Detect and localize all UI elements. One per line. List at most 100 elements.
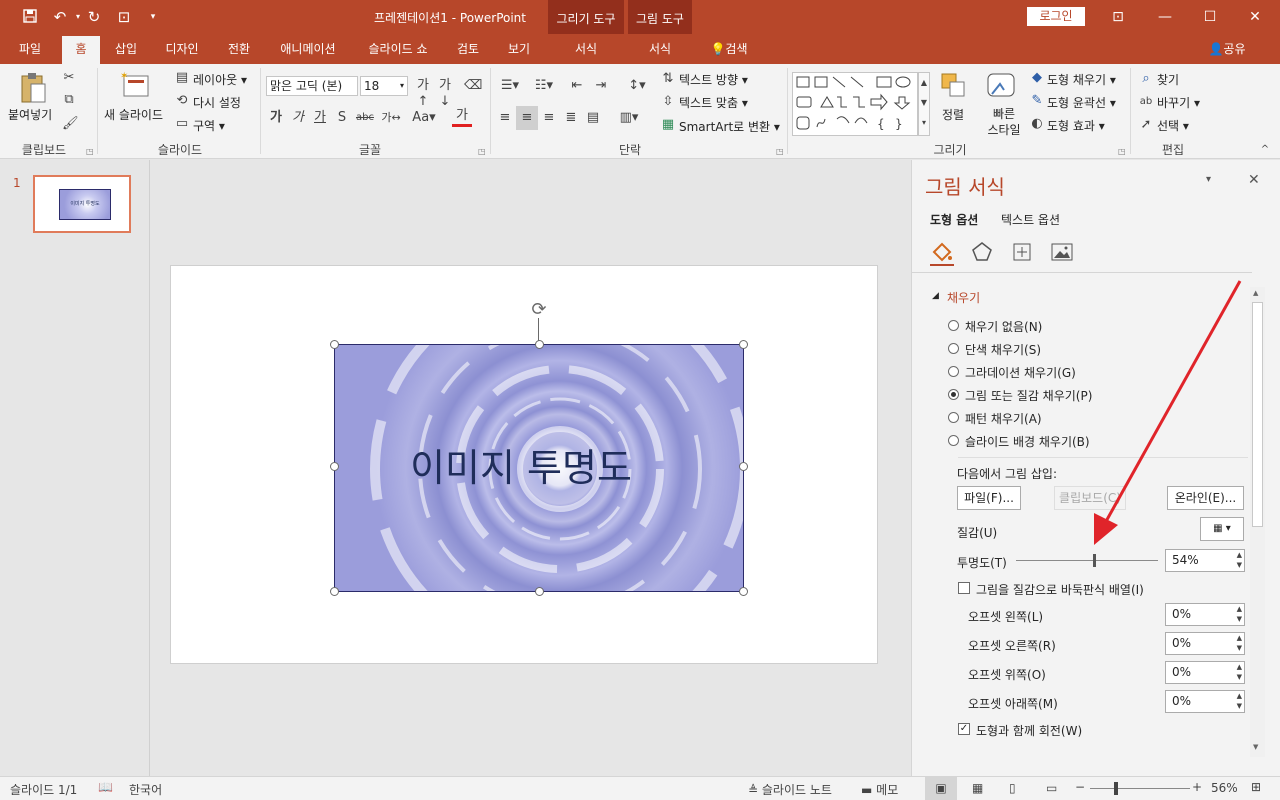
notes-button[interactable]: ≜ 슬라이드 노트 [748,781,832,798]
scroll-down-icon[interactable]: ▼ [1253,743,1258,751]
rotate-handle-icon[interactable]: ⟳ [529,300,549,320]
close-window-icon[interactable]: ✕ [1240,6,1270,28]
collapse-triangle-icon[interactable]: ◢ [932,291,939,301]
offset-right-spinbox[interactable]: 0% ▲ ▼ [1165,632,1245,655]
layout-icon[interactable]: ▤ [174,70,190,86]
strikethrough-icon[interactable]: abc [356,110,374,126]
replace-button[interactable]: 바꾸기 ▾ [1157,94,1200,111]
radio-picture-fill[interactable] [948,389,959,400]
shape-fill-button[interactable]: 도형 채우기 ▾ [1047,71,1116,88]
tab-shape-options[interactable]: 도형 옵션 [930,211,978,228]
tab-design[interactable]: 디자인 [156,41,208,63]
select-button[interactable]: 선택 ▾ [1157,117,1189,134]
tab-text-options[interactable]: 텍스트 옵션 [1001,211,1060,228]
close-pane-icon[interactable]: ✕ [1248,172,1260,188]
align-right-icon[interactable]: ≡ [540,110,558,126]
normal-view-icon[interactable]: ▣ [925,777,957,800]
tab-home[interactable]: 홈 [62,36,100,64]
radio-solid-fill[interactable] [948,343,959,354]
copy-icon[interactable]: ⧉ [62,92,76,108]
char-spacing-icon[interactable]: 가↔ [378,110,404,126]
reading-view-icon[interactable]: ▯ [1009,781,1016,795]
tab-review[interactable]: 검토 [448,41,488,63]
tab-file[interactable]: 파일 [8,41,52,63]
share-button[interactable]: 👤공유 [1194,41,1260,63]
zoom-level[interactable]: 56% [1211,781,1238,795]
section-icon[interactable]: ▭ [174,116,190,132]
pane-options-icon[interactable]: ▾ [1206,174,1211,185]
comments-button[interactable]: ▬ 메모 [861,781,898,798]
align-center-icon[interactable]: ≡ [516,106,538,130]
resize-handle-nw[interactable] [330,340,339,349]
new-slide-icon[interactable]: ✶ [120,70,152,102]
spin-arrows-icon[interactable]: ▲ ▼ [1237,633,1242,653]
shape-outline-button[interactable]: 도형 윤곽선 ▾ [1047,94,1116,111]
resize-handle-e[interactable] [739,462,748,471]
shape-effects-button[interactable]: 도형 효과 ▾ [1047,117,1105,134]
slideshow-icon[interactable]: ▭ [1046,781,1057,795]
cut-icon[interactable]: ✂ [62,70,76,86]
increase-indent-icon[interactable]: ⇥ [592,78,610,94]
tab-slideshow[interactable]: 슬라이드 쇼 [356,41,440,63]
italic-icon[interactable]: 가 [290,110,306,126]
align-left-icon[interactable]: ≡ [496,110,514,126]
zoom-slider-thumb[interactable] [1114,782,1118,795]
offset-left-spinbox[interactable]: 0% ▲ ▼ [1165,603,1245,626]
find-button[interactable]: 찾기 [1157,71,1179,88]
drawing-launcher-icon[interactable]: ◳ [1118,147,1126,156]
tab-animations[interactable]: 애니메이션 [270,41,346,63]
resize-handle-sw[interactable] [330,587,339,596]
distributed-icon[interactable]: ▤ [584,110,602,126]
paste-icon[interactable] [18,70,48,104]
size-properties-icon[interactable] [1010,240,1034,264]
spin-arrows-icon[interactable]: ▲ ▼ [1237,604,1242,624]
new-slide-button[interactable]: 새 슬라이드 [104,106,163,123]
zoom-in-icon[interactable]: + [1192,780,1202,794]
rotate-checkbox[interactable]: ✓ [958,723,970,735]
spin-arrows-icon[interactable]: ▲ ▼ [1237,662,1242,682]
text-direction-button[interactable]: 텍스트 방향 ▾ [679,71,748,88]
maximize-icon[interactable]: ☐ [1195,6,1225,28]
fill-line-icon[interactable] [930,240,954,264]
align-text-icon[interactable]: ⇳ [660,94,676,110]
radio-no-fill[interactable] [948,320,959,331]
zoom-out-icon[interactable]: − [1075,780,1085,794]
shadow-icon[interactable]: S [334,110,350,126]
paragraph-launcher-icon[interactable]: ◳ [776,147,784,156]
tab-insert[interactable]: 삽입 [104,41,148,63]
shape-fill-icon[interactable]: ◆ [1028,70,1046,86]
resize-handle-se[interactable] [739,587,748,596]
shrink-font-icon[interactable]: 가↓ [436,78,454,110]
slide-title[interactable]: 이미지 투명도 [334,437,708,492]
section-button[interactable]: 구역 ▾ [193,117,225,134]
effects-icon[interactable] [970,240,994,264]
picture-icon[interactable] [1050,240,1074,264]
numbering-icon[interactable]: ☷▾ [530,78,558,94]
pane-scrollbar[interactable]: ▲ ▼ [1250,287,1265,757]
scrollbar-thumb[interactable] [1252,302,1263,527]
reset-icon[interactable]: ⟲ [174,93,190,109]
transparency-slider-thumb[interactable] [1093,554,1096,567]
fit-to-window-icon[interactable]: ⊞ [1251,780,1261,794]
change-case-icon[interactable]: Aa▾ [410,110,438,126]
font-size-combo[interactable]: 18 ▾ [360,76,408,96]
shape-effects-icon[interactable]: ◐ [1028,116,1046,132]
radio-background-fill[interactable] [948,435,959,446]
align-text-button[interactable]: 텍스트 맞춤 ▾ [679,94,748,111]
reset-button[interactable]: 다시 설정 [193,94,241,111]
arrange-button[interactable]: 정렬 [942,106,964,123]
replace-icon[interactable]: ab [1136,94,1156,110]
tab-picture-format[interactable]: 서식 [628,41,692,63]
decrease-indent-icon[interactable]: ⇤ [568,78,586,94]
layout-button[interactable]: 레이아웃 ▾ [193,71,247,88]
tab-transitions[interactable]: 전환 [214,41,264,63]
resize-handle-s[interactable] [535,587,544,596]
tab-drawing-format[interactable]: 서식 [548,41,624,63]
minimize-icon[interactable]: — [1150,6,1180,28]
smartart-icon[interactable]: ▦ [660,117,676,133]
paste-button[interactable]: 붙여넣기 [8,106,52,123]
slide-thumbnail[interactable]: 이미지 투명도 [33,175,131,233]
section-fill-header[interactable]: 채우기 [947,289,980,306]
spin-arrows-icon[interactable]: ▲ ▼ [1237,691,1242,711]
login-button[interactable]: 로그인 [1027,7,1085,26]
